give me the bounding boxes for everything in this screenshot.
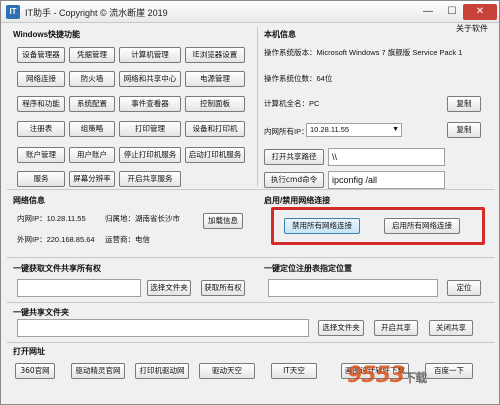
window-title: IT助手 - Copyright © 流水断崖 2019 bbox=[25, 8, 168, 18]
url-button[interactable]: 360官网 bbox=[15, 363, 55, 379]
shortcut-button[interactable]: 启动打印机服务 bbox=[185, 147, 245, 163]
network-toggle-title: 启用/禁用网络连接 bbox=[264, 196, 331, 205]
shortcut-button[interactable]: 凭据管理 bbox=[69, 47, 115, 63]
divider bbox=[7, 189, 495, 190]
shortcut-button[interactable]: 防火墙 bbox=[69, 71, 115, 87]
watermark-sub: 下载 bbox=[404, 371, 427, 385]
shortcut-button[interactable]: 网络连接 bbox=[17, 71, 65, 87]
shortcut-button[interactable]: 服务 bbox=[17, 171, 65, 187]
copy-ip-button[interactable]: 复制 bbox=[447, 122, 481, 138]
enable-network-button[interactable]: 启用所有网络连接 bbox=[384, 218, 460, 234]
get-ownership-button[interactable]: 获取所有权 bbox=[201, 280, 245, 296]
divider bbox=[7, 302, 495, 303]
share-perm-select-button[interactable]: 选择文件夹 bbox=[147, 280, 191, 296]
watermark-text: 9553 bbox=[347, 363, 405, 388]
registry-path-input[interactable] bbox=[268, 279, 438, 297]
isp-info: 运营商：电信 bbox=[105, 235, 150, 244]
close-button[interactable]: ✕ bbox=[463, 4, 497, 20]
open-urls-title: 打开网址 bbox=[13, 347, 45, 356]
shortcut-button[interactable]: 系统配置 bbox=[69, 96, 115, 112]
divider bbox=[7, 342, 495, 343]
locate-button[interactable]: 定位 bbox=[447, 280, 481, 296]
cmd-input[interactable]: ipconfig /all bbox=[328, 171, 445, 189]
share-perm-title: 一键获取文件共享所有权 bbox=[13, 264, 101, 273]
computer-name: 计算机全名：PC bbox=[264, 99, 320, 108]
shortcut-button[interactable]: 账户管理 bbox=[17, 147, 65, 163]
registry-title: 一键定位注册表指定位置 bbox=[264, 264, 352, 273]
shortcut-button[interactable]: 用户账户 bbox=[69, 147, 115, 163]
share-folder-select-button[interactable]: 选择文件夹 bbox=[318, 320, 364, 336]
minimize-button[interactable]: — bbox=[417, 4, 439, 20]
watermark-logo: 9553下载 bbox=[347, 363, 427, 388]
shortcut-button[interactable]: 组策略 bbox=[69, 121, 115, 137]
disable-share-button[interactable]: 关闭共享 bbox=[429, 320, 473, 336]
share-folder-title: 一键共享文件夹 bbox=[13, 308, 69, 317]
divider bbox=[7, 257, 495, 258]
internal-ip-value: 10.28.11.55 bbox=[310, 125, 350, 134]
url-button[interactable]: 驱动精灵官网 bbox=[71, 363, 125, 379]
internal-ip-label: 内网所有IP： bbox=[264, 127, 309, 136]
os-version: 操作系统版本：Microsoft Windows 7 旗舰版 Service P… bbox=[264, 48, 463, 57]
shortcut-button[interactable]: 电源管理 bbox=[185, 71, 245, 87]
external-ip-info: 外网IP：220.168.85.64 bbox=[17, 235, 95, 244]
internal-ip-info: 内网IP：10.28.11.55 bbox=[17, 214, 86, 223]
share-folder-path-input[interactable] bbox=[17, 319, 309, 337]
os-bits: 操作系统位数：64位 bbox=[264, 74, 333, 83]
location-info: 归属地：湖南省长沙市 bbox=[105, 214, 180, 223]
enable-share-button[interactable]: 开启共享 bbox=[374, 320, 418, 336]
open-share-path-button[interactable]: 打开共享路径 bbox=[264, 149, 324, 165]
shortcut-button[interactable]: 设备管理器 bbox=[17, 47, 65, 63]
url-button[interactable]: 打印机驱动网 bbox=[135, 363, 189, 379]
local-info-title: 本机信息 bbox=[264, 30, 296, 39]
shortcuts-title: Windows快捷功能 bbox=[13, 30, 81, 39]
shortcut-button[interactable]: 打印管理 bbox=[119, 121, 181, 137]
shortcut-button[interactable]: IE浏览器设置 bbox=[185, 47, 245, 63]
url-button[interactable]: 驱动天空 bbox=[199, 363, 255, 379]
shortcut-button[interactable]: 程序和功能 bbox=[17, 96, 65, 112]
shortcut-button[interactable]: 控制面板 bbox=[185, 96, 245, 112]
vertical-divider bbox=[257, 27, 258, 187]
shortcut-button[interactable]: 计算机管理 bbox=[119, 47, 181, 63]
maximize-button[interactable]: ☐ bbox=[441, 4, 463, 20]
internal-ip-select[interactable]: 10.28.11.55 ▼ bbox=[306, 123, 402, 137]
title-bar: IT IT助手 - Copyright © 流水断崖 2019 — ☐ ✕ bbox=[1, 1, 499, 23]
shortcut-button[interactable]: 网络和共享中心 bbox=[119, 71, 181, 87]
url-button[interactable]: 百度一下 bbox=[425, 363, 473, 379]
shortcut-button[interactable]: 屏幕分辨率 bbox=[69, 171, 115, 187]
load-info-button[interactable]: 加载信息 bbox=[203, 213, 243, 229]
dropdown-arrow-icon: ▼ bbox=[392, 126, 399, 133]
run-cmd-button[interactable]: 执行cmd命令 bbox=[264, 172, 324, 188]
app-icon: IT bbox=[6, 5, 20, 19]
shortcut-button[interactable]: 设备和打印机 bbox=[185, 121, 245, 137]
shortcut-button[interactable]: 开启共享服务 bbox=[119, 171, 181, 187]
disable-network-button[interactable]: 禁用所有网络连接 bbox=[284, 218, 360, 234]
copy-computer-name-button[interactable]: 复制 bbox=[447, 96, 481, 112]
shortcut-button[interactable]: 事件查看器 bbox=[119, 96, 181, 112]
app-window: IT IT助手 - Copyright © 流水断崖 2019 — ☐ ✕ 关于… bbox=[0, 0, 500, 405]
url-button[interactable]: IT天空 bbox=[271, 363, 317, 379]
share-perm-path-input[interactable] bbox=[17, 279, 141, 297]
share-path-input[interactable]: \\ bbox=[328, 148, 445, 166]
about-link[interactable]: 关于软件 bbox=[456, 23, 488, 34]
network-info-title: 网络信息 bbox=[13, 196, 45, 205]
shortcut-button[interactable]: 停止打印机服务 bbox=[119, 147, 181, 163]
shortcut-button[interactable]: 注册表 bbox=[17, 121, 65, 137]
